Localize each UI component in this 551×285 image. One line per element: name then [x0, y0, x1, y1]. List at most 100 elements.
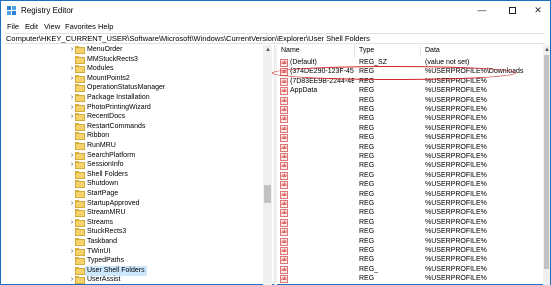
tree-item-label: User Shell Folders [85, 265, 147, 276]
registry-key-tree: › MenuOrder MMStuckRects3 › Modules › MountPoi… [1, 45, 273, 285]
tree-item[interactable]: › Modules [1, 64, 263, 74]
tree-item-label: RestartCommands [87, 122, 146, 130]
folder-icon [75, 247, 85, 256]
tree-item[interactable]: MMStuckRects3 [1, 55, 263, 65]
values-scrollbar[interactable]: ▲ [543, 45, 550, 285]
tree-item[interactable]: StreamMRU [1, 208, 263, 218]
folder-icon [75, 228, 85, 237]
string-value-icon: ab [280, 190, 288, 199]
tree-item[interactable]: › Package Installation [1, 93, 263, 103]
string-value-icon: ab [280, 265, 288, 274]
title-bar[interactable]: Registry Editor — ✕ [1, 1, 550, 21]
folder-icon [75, 55, 85, 64]
folder-icon [75, 218, 85, 227]
column-header-name[interactable]: Name [277, 45, 355, 57]
tree-item[interactable]: RestartCommands [1, 122, 263, 132]
menu-view[interactable]: View [44, 21, 60, 32]
string-value-icon: ab [280, 77, 288, 86]
close-button[interactable]: ✕ [524, 1, 551, 19]
tree-item[interactable]: RunMRU [1, 141, 263, 151]
folder-icon [75, 199, 85, 208]
folder-icon [75, 209, 85, 218]
tree-item[interactable]: OperationStatusManager [1, 83, 263, 93]
tree-item[interactable]: › MountPoints2 [1, 74, 263, 84]
folder-icon [75, 161, 85, 170]
tree-item-label: Package Installation [87, 94, 150, 101]
menu-help[interactable]: Help [98, 21, 113, 32]
string-value-icon: ab [280, 181, 288, 190]
scroll-up-arrow-icon[interactable]: ▲ [265, 47, 271, 53]
tree-item[interactable]: › StartupApproved [1, 199, 263, 209]
string-value-icon: ab [280, 106, 288, 114]
string-value-icon: ab [280, 115, 288, 124]
tree-item[interactable]: › PhotoPrintingWizard [1, 103, 263, 113]
tree-scrollbar[interactable]: ▲ [263, 45, 272, 285]
folder-icon [75, 84, 85, 93]
folder-icon [75, 142, 85, 150]
tree-item[interactable]: User Shell Folders [1, 265, 263, 276]
values-scrollbar-thumb[interactable] [544, 55, 549, 269]
tree-item[interactable]: › SessionInfo [1, 160, 263, 170]
tree-item-label: Taskband [87, 238, 117, 245]
tree-item-label: PhotoPrintingWizard [87, 103, 151, 111]
registry-value-row[interactable]: ab REG %USERPROFILE% [277, 274, 542, 284]
tree-item-label: UserAssist [87, 276, 121, 284]
string-value-icon: ab [280, 209, 288, 218]
tree-scrollbar-thumb[interactable] [264, 185, 271, 203]
tree-item-label: TWinUI [87, 247, 111, 255]
registry-editor-window: Registry Editor — ✕ File Edit View Favor… [0, 0, 551, 285]
menu-file[interactable]: File [7, 21, 19, 32]
tree-item-label: Modules [87, 65, 114, 73]
tree-item[interactable]: Ribbon [1, 131, 263, 141]
folder-icon [75, 94, 85, 102]
string-value-icon: ab [280, 228, 288, 237]
string-value-icon: ab [280, 59, 288, 67]
tree-item-label: SearchPlatform [87, 151, 136, 159]
folder-icon [75, 113, 85, 122]
tree-item[interactable]: › TWinUI [1, 247, 263, 257]
tree-item-label: SessionInfo [87, 161, 124, 169]
value-type: REG [359, 275, 375, 283]
string-value-icon: ab [280, 87, 288, 96]
tree-item[interactable]: Shutdown [1, 179, 263, 189]
string-value-icon: ab [280, 200, 288, 208]
menu-bar: File Edit View Favorites Help [1, 21, 550, 32]
tree-item-label: MenuOrder [87, 46, 123, 53]
column-header-type[interactable]: Type [355, 45, 421, 57]
tree-item[interactable]: › MenuOrder [1, 45, 263, 55]
string-value-icon: ab [280, 124, 288, 133]
tree-item-label: MMStuckRects3 [87, 55, 138, 63]
menu-favorites[interactable]: Favorites [65, 21, 96, 32]
tree-item[interactable]: StuckRects3 [1, 227, 263, 237]
tree-item[interactable]: TypedPaths [1, 256, 263, 266]
tree-item-label: OperationStatusManager [87, 84, 166, 92]
folder-icon [75, 170, 85, 179]
string-value-icon: ab [280, 134, 288, 143]
folder-icon [75, 74, 85, 83]
tree-item-label: MountPoints2 [87, 74, 130, 82]
tree-item[interactable]: Shell Folders [1, 170, 263, 180]
value-data: %USERPROFILE% [425, 275, 487, 283]
scroll-up-arrow-icon[interactable]: ▲ [544, 47, 550, 53]
folder-icon [75, 266, 85, 275]
folder-icon [75, 238, 85, 246]
menu-edit[interactable]: Edit [25, 21, 38, 32]
string-value-icon: ab [280, 237, 288, 246]
tree-item[interactable]: › Streams [1, 218, 263, 228]
column-header-data[interactable]: Data [421, 45, 542, 57]
tree-item[interactable]: Taskband [1, 237, 263, 247]
registry-values-list: Name Type Data ab (Default) REG_SZ (value n… [277, 45, 542, 285]
tree-item-label: Shutdown [87, 180, 119, 188]
maximize-button[interactable] [498, 1, 526, 19]
minimize-button[interactable]: — [468, 1, 496, 19]
tree-item[interactable]: › SearchPlatform [1, 151, 263, 161]
string-value-icon: ab [280, 171, 288, 180]
folder-icon [75, 180, 85, 189]
tree-item-label: StartupApproved [87, 199, 140, 207]
tree-item[interactable]: StartPage [1, 189, 263, 199]
tree-item[interactable]: › UserAssist [1, 275, 263, 285]
tree-item-label: RunMRU [87, 142, 116, 149]
tree-item-label: StartPage [87, 190, 119, 197]
tree-item[interactable]: › RecentDocs [1, 112, 263, 122]
address-bar[interactable]: Computer\HKEY_CURRENT_USER\Software\Micr… [5, 33, 545, 44]
